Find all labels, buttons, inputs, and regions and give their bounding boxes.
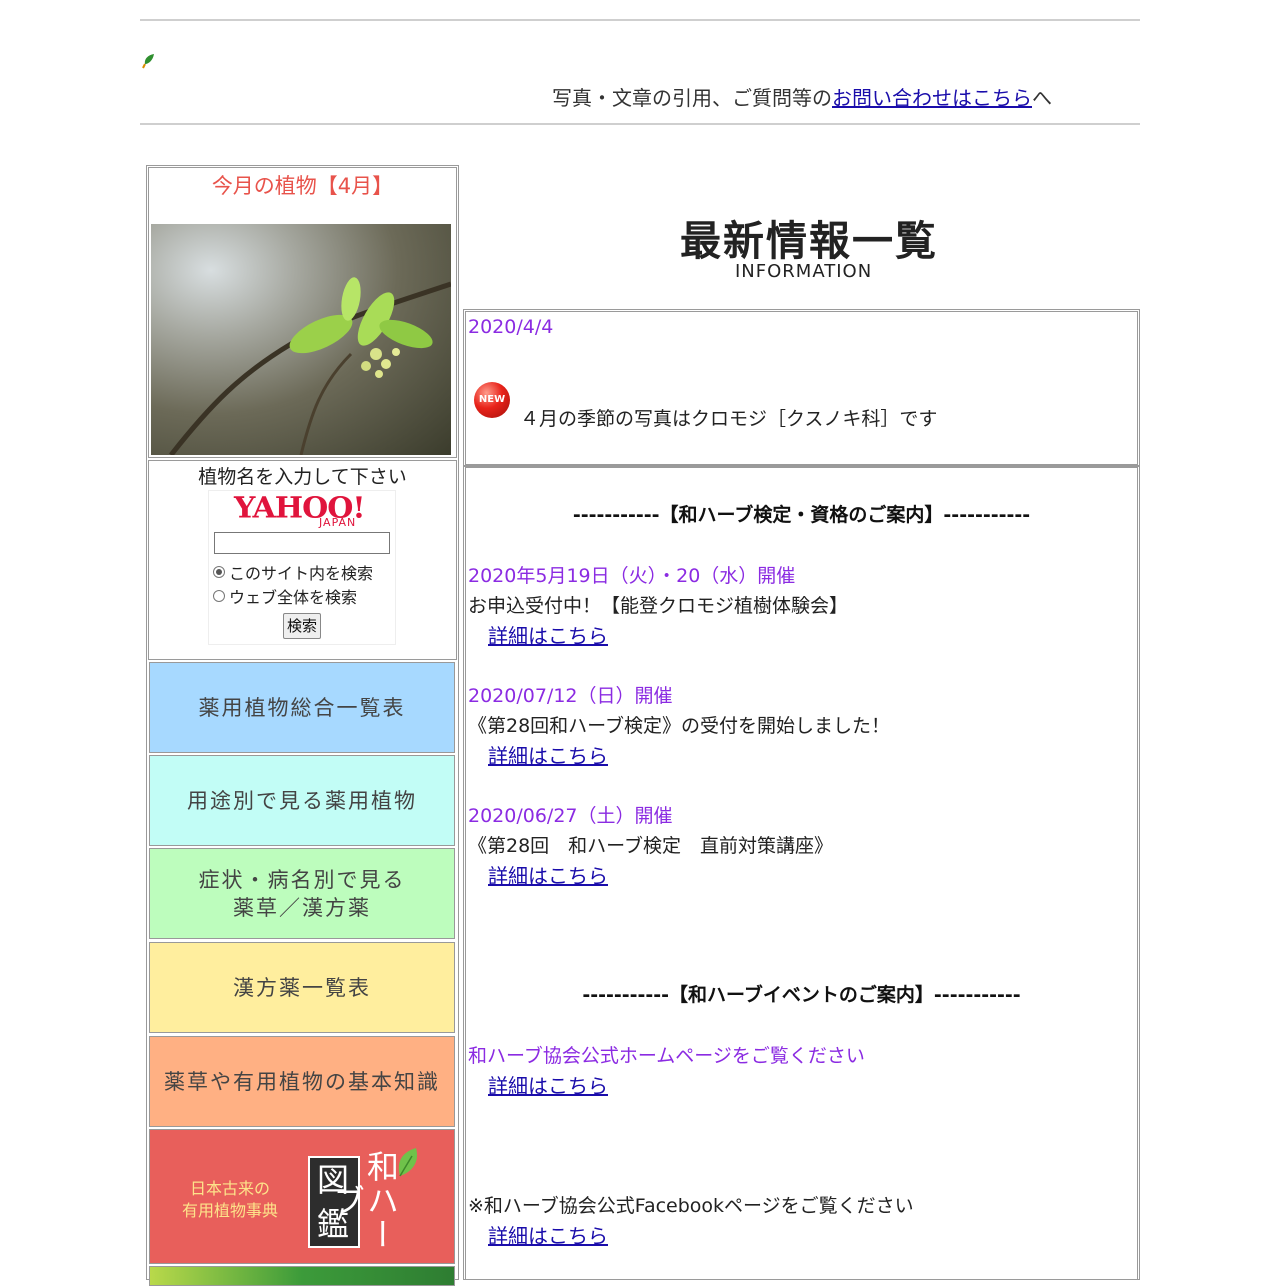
news-item-date: 2020/07/12（日）開催 [468,685,673,707]
radio-web-label: ウェブ全体を検索 [229,588,358,607]
news-item-date: 2020/06/27（土）開催 [468,805,673,827]
leaf-logo-icon [142,54,154,69]
news-item-detail-link[interactable]: 詳細はこちら [488,620,608,649]
nav-label: 薬草や有用植物の基本知識 [164,1069,440,1094]
green-leaf-icon [398,1148,418,1177]
event-text: 和ハーブ協会公式ホームページをご覧ください [468,1045,865,1067]
news-item-text: お申込受付中！【能登クロモジ植樹体験会】 [468,595,849,617]
contact-notice: 写真・文章の引用、ご質問等のお問い合わせはこちらへ [552,82,1052,111]
search-label: 植物名を入力して下さい [198,466,407,488]
section-heading-events: -----------【和ハーブイベントのご案内】----------- [582,984,1021,1006]
radio-web-icon[interactable] [213,590,225,602]
zukan-wa-herb-text: 和ハーブ [328,1149,400,1252]
zukan-description: 日本古来の 有用植物事典 [182,1178,278,1222]
nav-plants-by-use[interactable]: 用途別で見る薬用植物 [149,755,455,846]
nav-basic-knowledge[interactable]: 薬草や有用植物の基本知識 [149,1036,455,1127]
header-divider [140,123,1140,125]
nav-label-line1: 症状・病名別で見る [198,867,406,892]
yahoo-search-box: YAHOO! JAPAN このサイト内を検索 ウェブ全体を検索 検索 [208,490,396,645]
contact-link[interactable]: お問い合わせはこちら [832,86,1032,110]
section-heading-certification: -----------【和ハーブ検定・資格のご案内】----------- [572,504,1031,526]
top-divider [140,19,1140,21]
month-plant-photo[interactable] [151,224,451,455]
facebook-text: ※和ハーブ協会公式Facebookページをご覧ください [468,1195,914,1217]
nav-next-banner[interactable] [149,1266,455,1286]
new-badge-icon: NEW [474,382,510,418]
page-title: 最新情報一覧 [680,217,938,265]
nav-label: 漢方薬一覧表 [233,975,371,1000]
search-input[interactable] [214,532,390,554]
radio-web-search[interactable]: ウェブ全体を検索 [213,584,357,608]
nav-wa-herb-zukan-banner[interactable]: 日本古来の 有用植物事典 図 鑑 和ハーブ [149,1129,455,1264]
nav-kampo-list[interactable]: 漢方薬一覧表 [149,942,455,1033]
latest-news-text: ４月の季節の写真はクロモジ［クスノキ科］です [520,408,938,430]
notice-suffix: へ [1032,86,1052,110]
kuromoji-photo-graphic [169,277,451,455]
zukan-desc-line2: 有用植物事典 [182,1201,279,1220]
search-button[interactable]: 検索 [283,613,321,639]
news-item-detail-link[interactable]: 詳細はこちら [488,740,608,769]
news-item-text: 《第28回和ハーブ検定》の受付を開始しました！ [468,715,891,737]
radio-site-search[interactable]: このサイト内を検索 [213,560,373,584]
nav-medicinal-plant-list[interactable]: 薬用植物総合一覧表 [149,662,455,753]
notice-prefix: 写真・文章の引用、ご質問等の [552,86,832,110]
nav-by-symptom[interactable]: 症状・病名別で見る 薬草／漢方薬 [149,848,455,939]
news-item-date: 2020年5月19日（火）・20（水）開催 [468,565,796,587]
facebook-detail-link[interactable]: 詳細はこちら [488,1220,608,1249]
month-plant-title: 今月の植物【4月】 [211,174,394,198]
nav-label-line2: 薬草／漢方薬 [233,895,371,920]
radio-site-label: このサイト内を検索 [229,564,374,583]
news-item-detail-link[interactable]: 詳細はこちら [488,860,608,889]
news-item-text: 《第28回 和ハーブ検定 直前対策講座》 [468,835,834,857]
nav-label: 用途別で見る薬用植物 [187,788,417,813]
page-subtitle: INFORMATION [735,261,873,282]
zukan-desc-line1: 日本古来の [190,1179,271,1198]
yahoo-logo-sub: JAPAN [319,516,357,529]
nav-label: 薬用植物総合一覧表 [198,695,406,720]
event-detail-link[interactable]: 詳細はこちら [488,1070,608,1099]
latest-news-cell [465,311,1138,465]
radio-site-icon[interactable] [213,566,225,578]
latest-news-date: 2020/4/4 [468,316,554,338]
